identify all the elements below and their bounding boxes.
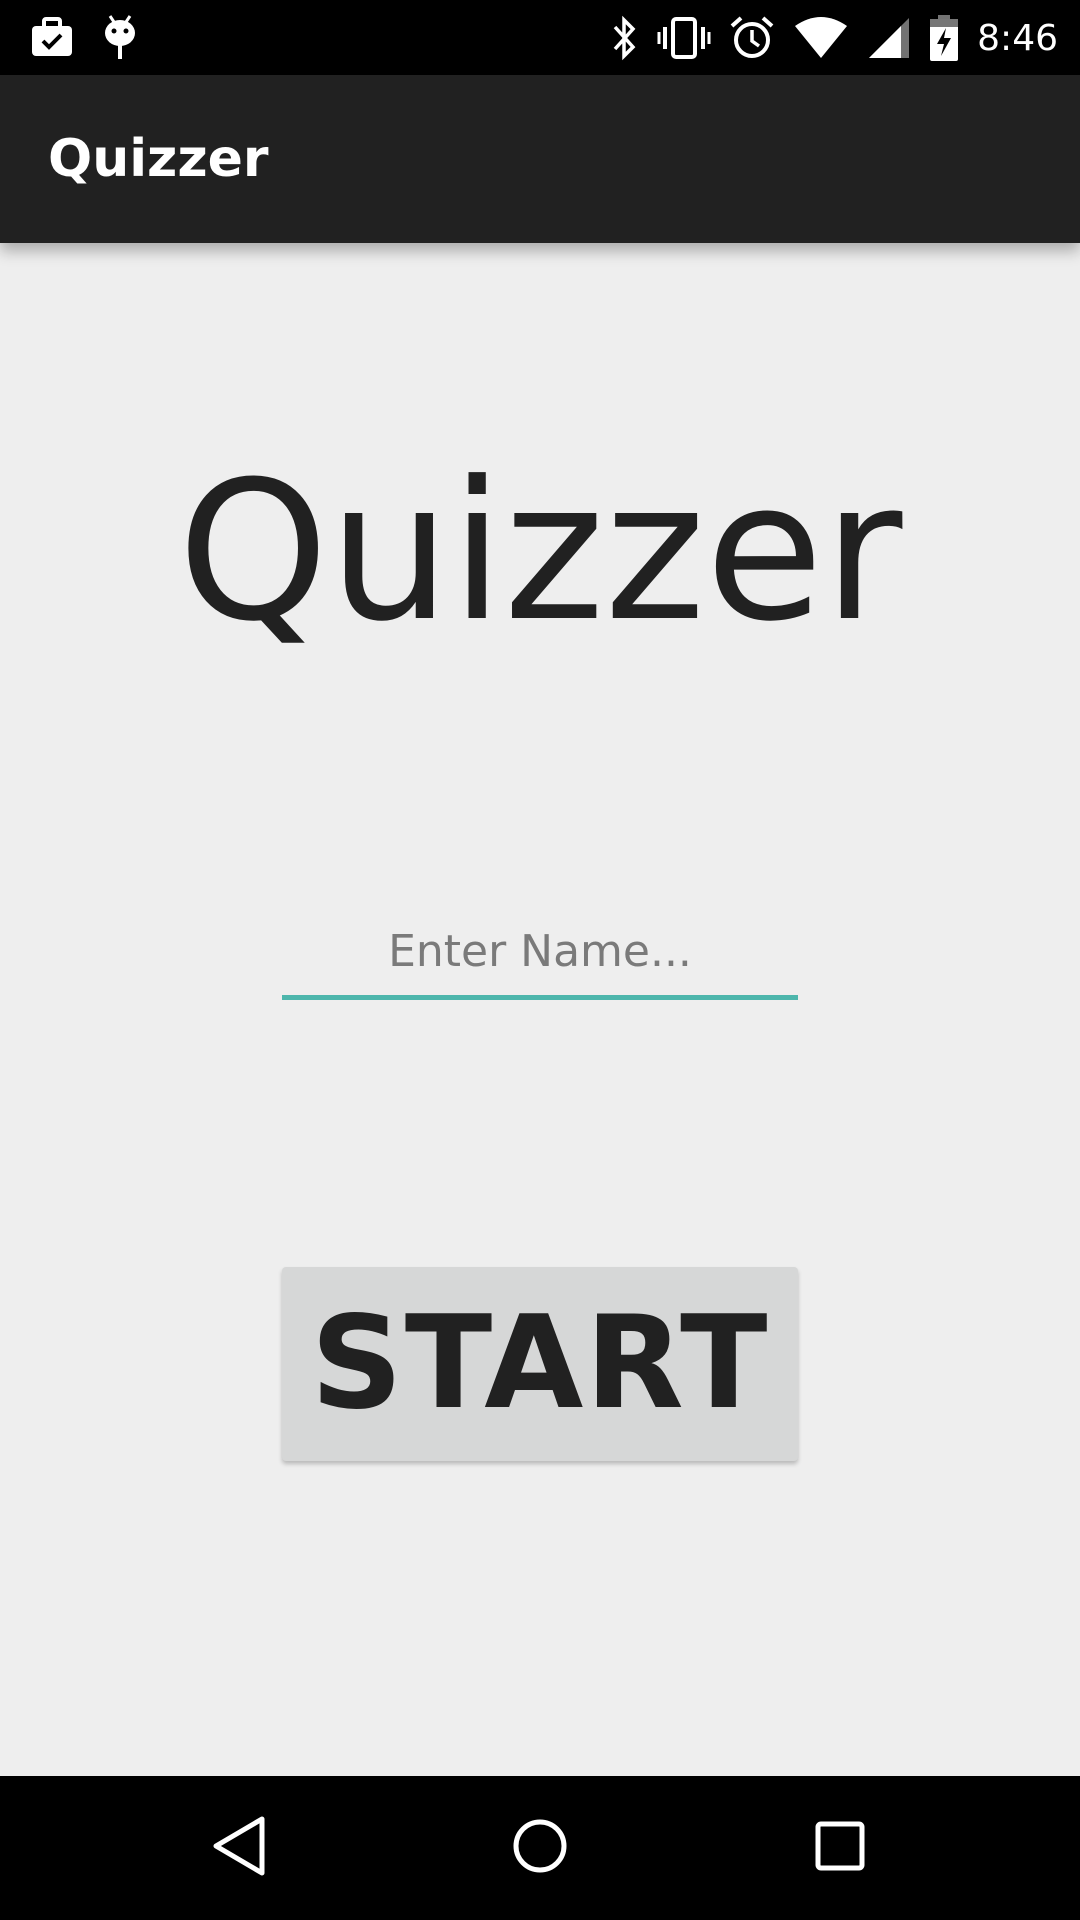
briefcase-check-icon (30, 16, 74, 58)
page-title: Quizzer (177, 441, 903, 664)
name-input[interactable] (282, 903, 798, 999)
main-content: Quizzer START (0, 243, 1080, 1776)
status-bar: 8:46 (0, 0, 1080, 75)
screen: 8:46 Quizzer Quizzer START (0, 0, 1080, 1920)
name-field[interactable] (282, 903, 798, 1003)
back-icon (210, 1815, 270, 1881)
start-button[interactable]: START (282, 1267, 798, 1461)
status-time: 8:46 (977, 17, 1058, 59)
recents-button[interactable] (760, 1776, 920, 1920)
cell-signal-icon (867, 16, 911, 60)
bluetooth-icon (609, 15, 639, 61)
recents-icon (814, 1820, 866, 1876)
app-bar: Quizzer (0, 75, 1080, 243)
battery-charging-icon (929, 14, 959, 62)
status-system-icons: 8:46 (609, 12, 1058, 64)
home-button[interactable] (460, 1776, 620, 1920)
alarm-icon (729, 15, 775, 61)
wifi-icon (793, 16, 849, 60)
name-input-underline (282, 995, 798, 1000)
vibrate-icon (657, 15, 711, 61)
status-notifications (30, 12, 138, 62)
home-icon (510, 1816, 570, 1880)
back-button[interactable] (160, 1776, 320, 1920)
app-bar-title: Quizzer (48, 129, 269, 189)
android-debug-icon (102, 13, 138, 61)
navigation-bar (0, 1776, 1080, 1920)
